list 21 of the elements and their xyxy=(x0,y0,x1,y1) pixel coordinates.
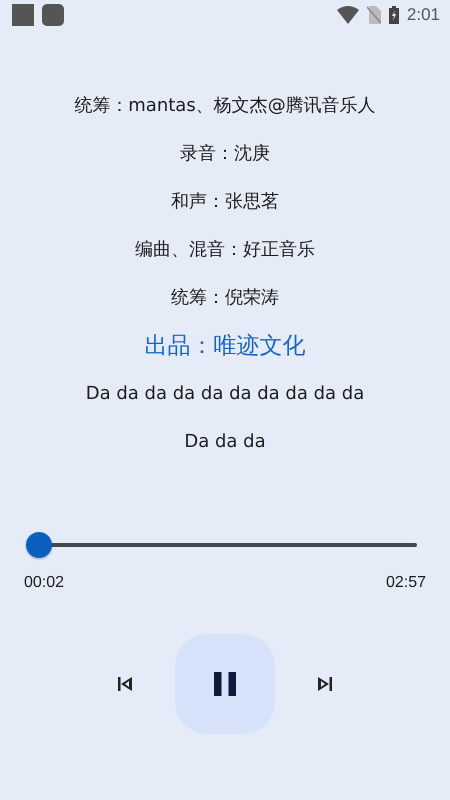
lyric-line: Da da da xyxy=(184,430,266,454)
notification-icon xyxy=(42,4,64,26)
notification-icon xyxy=(12,4,34,26)
lyric-line: 编曲、混音：好正音乐 xyxy=(135,238,315,262)
pause-icon xyxy=(214,672,236,696)
lyric-line: 和声：张思茗 xyxy=(171,190,279,214)
lyric-line: 统筹：mantas、杨文杰@腾讯音乐人 xyxy=(74,94,376,118)
clock-time: 2:01 xyxy=(406,5,440,25)
no-sim-icon xyxy=(366,6,381,24)
wifi-icon xyxy=(336,6,359,24)
battery-charging-icon xyxy=(388,6,399,24)
total-time: 02:57 xyxy=(386,574,426,592)
next-icon xyxy=(317,676,333,692)
lyric-line: 录音：沈庚 xyxy=(180,142,270,166)
previous-icon xyxy=(117,676,133,692)
lyric-line: 统筹：倪荣涛 xyxy=(171,286,279,310)
lyric-line: 出品：唯迹文化 xyxy=(144,332,306,361)
play-pause-button[interactable] xyxy=(175,634,275,734)
elapsed-time: 00:02 xyxy=(24,574,64,592)
seek-thumb[interactable] xyxy=(26,532,52,558)
lyric-line: Da da da da da da da da da da xyxy=(86,382,364,406)
